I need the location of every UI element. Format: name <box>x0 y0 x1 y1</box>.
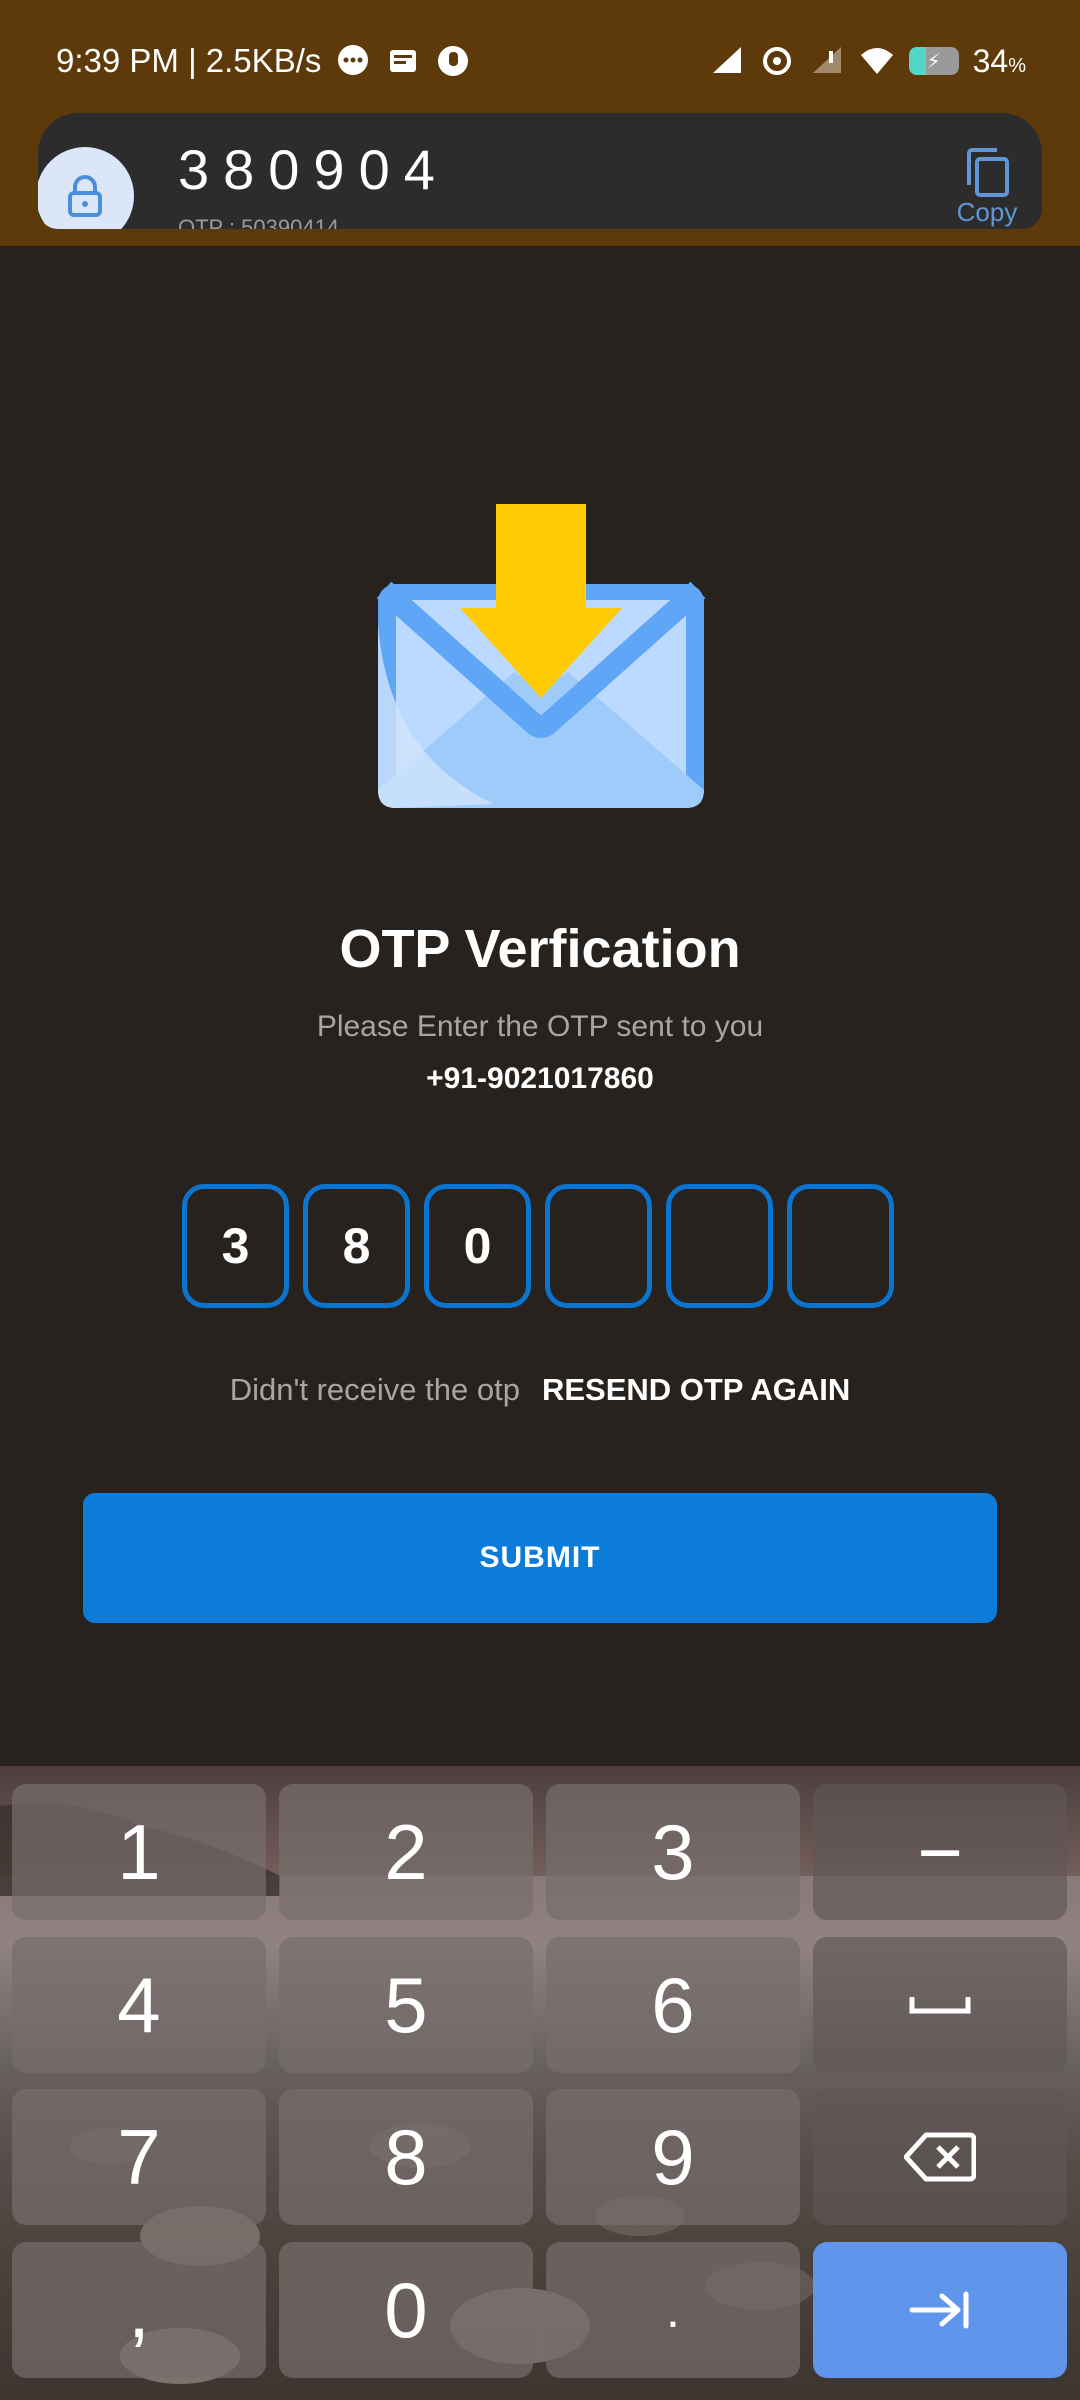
backspace-icon <box>904 2132 976 2182</box>
status-left: 9:39 PM | 2.5KB/s <box>56 38 471 84</box>
key-8[interactable]: 8 <box>279 2089 533 2225</box>
numeric-keyboard: 1 2 3 − 4 5 6 7 8 9 , 0 . <box>0 1766 1080 2400</box>
submit-button[interactable]: SUBMIT <box>83 1493 997 1623</box>
key-3[interactable]: 3 <box>546 1784 800 1920</box>
cell-signal-2-icon <box>809 43 845 79</box>
key-2[interactable]: 2 <box>279 1784 533 1920</box>
cell-signal-icon <box>709 43 745 79</box>
copy-icon <box>967 148 1009 197</box>
hotspot-icon <box>759 43 795 79</box>
copy-button[interactable]: Copy <box>954 147 1020 228</box>
key-1[interactable]: 1 <box>12 1784 266 1920</box>
otp-digit-4[interactable] <box>545 1184 652 1308</box>
copy-label: Copy <box>956 197 1018 227</box>
charging-bolt-icon: ⚡ <box>926 50 941 73</box>
lock-icon <box>38 147 134 229</box>
key-4[interactable]: 4 <box>12 1937 266 2073</box>
key-6[interactable]: 6 <box>546 1937 800 2073</box>
key-space[interactable] <box>813 1937 1067 2073</box>
battery-percent: 34% <box>972 42 1026 79</box>
key-9[interactable]: 9 <box>546 2089 800 2225</box>
resend-hint: Didn't receive the otp <box>229 1372 520 1407</box>
key-7[interactable]: 7 <box>12 2089 266 2225</box>
key-enter[interactable] <box>813 2242 1067 2378</box>
status-right: ⚡ 34% <box>709 38 1026 84</box>
otp-input-group: 3 8 0 <box>182 1184 894 1308</box>
key-0[interactable]: 0 <box>279 2242 533 2378</box>
resend-row: Didn't receive the otp RESEND OTP AGAIN <box>0 1372 1080 1408</box>
instruction-text: Please Enter the OTP sent to you <box>316 1010 764 1043</box>
battery-icon: ⚡ <box>908 47 959 75</box>
otp-digit-5[interactable] <box>666 1184 773 1308</box>
status-time: 9:39 PM | 2.5KB/s <box>56 42 322 79</box>
tab-next-icon <box>909 2291 969 2329</box>
key-period[interactable]: . <box>546 2242 800 2378</box>
space-icon <box>909 1997 971 2014</box>
otp-digit-1[interactable]: 3 <box>182 1184 289 1308</box>
otp-code-display: 380904 <box>178 138 449 201</box>
otp-code-subtext: OTP : 50390414 <box>178 215 340 229</box>
resend-otp-link[interactable]: RESEND OTP AGAIN <box>542 1372 850 1408</box>
page-title: OTP Verfication <box>339 919 741 979</box>
key-5[interactable]: 5 <box>279 1937 533 2073</box>
message-icon <box>385 43 421 79</box>
chat-icon <box>335 43 371 79</box>
wifi-icon <box>859 43 895 79</box>
app-notification-icon <box>435 43 471 79</box>
otp-digit-2[interactable]: 8 <box>303 1184 410 1308</box>
otp-autofill-banner[interactable]: 380904 OTP : 50390414 Copy <box>38 113 1042 229</box>
otp-digit-6[interactable] <box>787 1184 894 1308</box>
key-comma[interactable]: , <box>12 2242 266 2378</box>
key-minus[interactable]: − <box>813 1784 1067 1920</box>
key-backspace[interactable] <box>813 2089 1067 2225</box>
phone-number: +91-9021017860 <box>426 1062 654 1095</box>
envelope-download-icon <box>374 504 708 810</box>
otp-digit-3[interactable]: 0 <box>424 1184 531 1308</box>
